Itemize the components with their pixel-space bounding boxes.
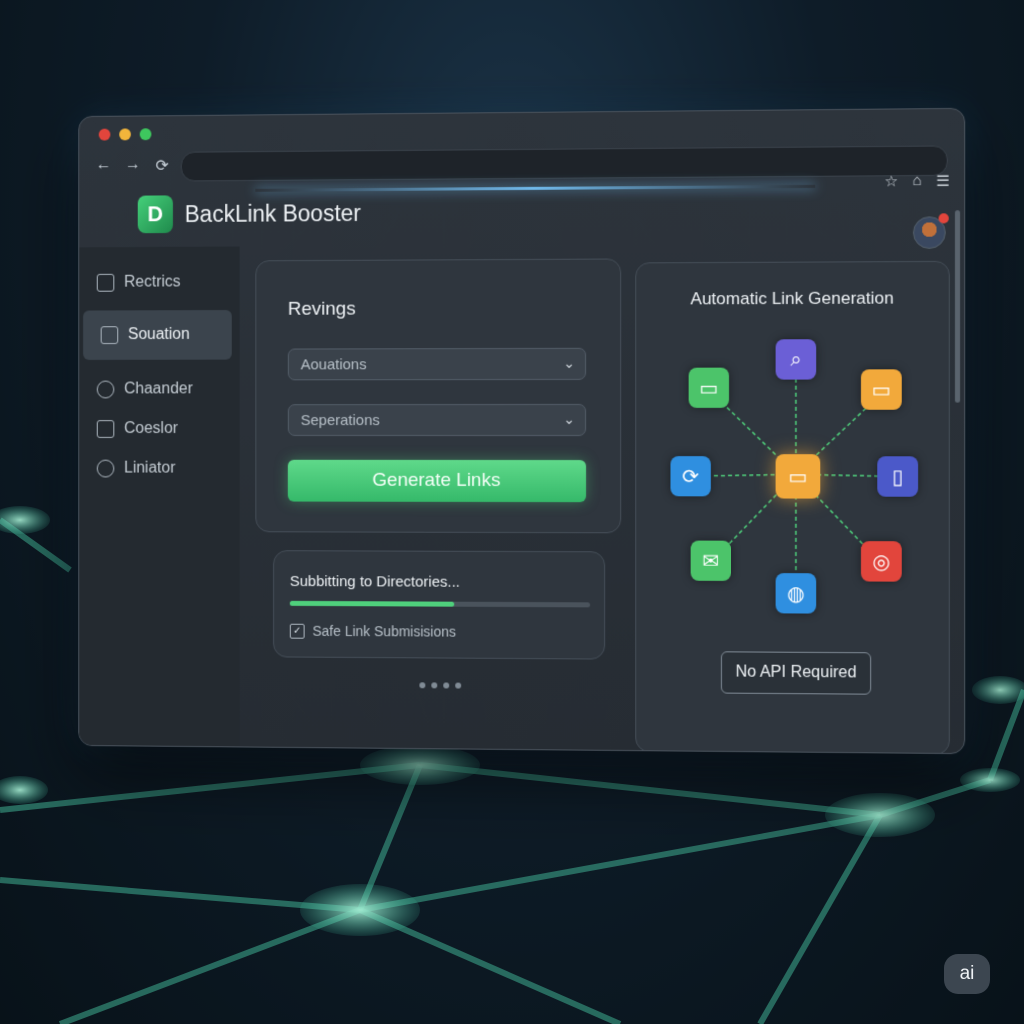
scrollbar[interactable]	[954, 210, 961, 403]
star-icon[interactable]: ☆	[884, 172, 898, 190]
mail-icon: ✉	[690, 540, 732, 581]
book-icon: ▯	[877, 456, 919, 497]
select-value: Seperations	[300, 411, 380, 429]
status-panel: Subbitting to Directories... ✓ Safe Link…	[273, 550, 606, 660]
app-header: D BackLink Booster	[137, 194, 361, 234]
refresh-icon: ⟳	[670, 456, 711, 497]
checkbox-label: Safe Link Submisisions	[312, 622, 456, 640]
status-text: Subbitting to Directories...	[289, 573, 460, 591]
panel-title: Automatic Link Generation	[690, 288, 894, 309]
app-title: BackLink Booster	[184, 199, 361, 227]
sidebar-item-label: Rectrics	[124, 273, 181, 291]
page-dot[interactable]	[443, 682, 450, 689]
close-button[interactable]	[98, 128, 111, 141]
search-icon: ⌕	[775, 339, 817, 380]
maximize-button[interactable]	[139, 128, 152, 141]
sidebar-item-chaander[interactable]: Chaander	[79, 369, 239, 409]
safe-link-checkbox[interactable]: ✓ Safe Link Submisisions	[289, 622, 456, 640]
calendar-icon	[96, 420, 115, 438]
no-api-badge: No API Required	[720, 651, 872, 695]
browser-window: ← → ⟳ ☆ ⌂ ☰ D BackLink Booster Rectrics …	[78, 107, 966, 755]
progress-fill	[289, 600, 455, 607]
settings-icon	[96, 459, 115, 478]
logo-icon: D	[137, 195, 173, 234]
page-dot[interactable]	[455, 682, 462, 689]
window-controls	[98, 128, 152, 141]
central-folder-icon: ▭	[775, 454, 821, 499]
page-dot[interactable]	[431, 682, 438, 689]
generate-links-button[interactable]: Generate Links	[287, 459, 587, 503]
link-form-panel: Revings Aouations ⌄ Seperations ⌄ Genera…	[255, 258, 622, 534]
chart-icon	[96, 273, 115, 292]
sidebar-item-rectrics[interactable]: Rectrics	[79, 262, 239, 302]
grid-icon	[100, 326, 119, 345]
progress-bar	[289, 600, 591, 608]
chain-icon	[96, 380, 115, 399]
folder-icon: ▭	[860, 369, 902, 410]
sidebar-item-label: Liniator	[124, 459, 176, 477]
aouations-select[interactable]: Aouations ⌄	[287, 347, 587, 381]
pagination-dots[interactable]	[419, 682, 462, 689]
navigation-controls: ← → ⟳	[95, 156, 171, 176]
back-icon[interactable]: ←	[95, 156, 113, 176]
link-generation-panel: Automatic Link Generation ▭ ⌕ ▭ ▭ ⟳ ▯ ✉ …	[635, 260, 950, 755]
toolbar-icons: ☆ ⌂ ☰	[884, 172, 950, 190]
home-icon[interactable]: ⌂	[912, 172, 921, 190]
seperations-select[interactable]: Seperations ⌄	[287, 403, 587, 437]
avatar[interactable]	[912, 213, 949, 249]
menu-icon[interactable]: ☰	[936, 172, 950, 190]
select-value: Aouations	[300, 355, 367, 373]
sidebar-item-souation[interactable]: Souation	[83, 310, 232, 360]
refresh-icon[interactable]: ⟳	[153, 156, 171, 176]
globe-icon: ◍	[775, 573, 817, 614]
notification-badge	[938, 213, 949, 224]
sidebar-item-label: Souation	[127, 326, 190, 344]
form-title: Revings	[287, 298, 356, 320]
minimize-button[interactable]	[119, 128, 131, 141]
folder-icon: ▭	[688, 367, 730, 408]
sidebar-item-coeslor[interactable]: Coeslor	[79, 409, 239, 449]
ai-watermark: ai	[944, 954, 990, 994]
glow-accent	[255, 184, 816, 192]
checkbox-icon: ✓	[289, 623, 305, 639]
forward-icon[interactable]: →	[124, 156, 142, 176]
sidebar-item-liniator[interactable]: Liniator	[79, 449, 239, 489]
chevron-down-icon: ⌄	[563, 354, 576, 371]
sidebar-item-label: Chaander	[124, 380, 193, 398]
sidebar: Rectrics Souation Chaander Coeslor Linia…	[79, 246, 240, 753]
target-icon: ◎	[860, 541, 902, 582]
address-bar[interactable]	[180, 145, 948, 182]
chevron-down-icon: ⌄	[563, 410, 576, 427]
sidebar-item-label: Coeslor	[124, 420, 178, 437]
page-dot[interactable]	[419, 682, 426, 689]
